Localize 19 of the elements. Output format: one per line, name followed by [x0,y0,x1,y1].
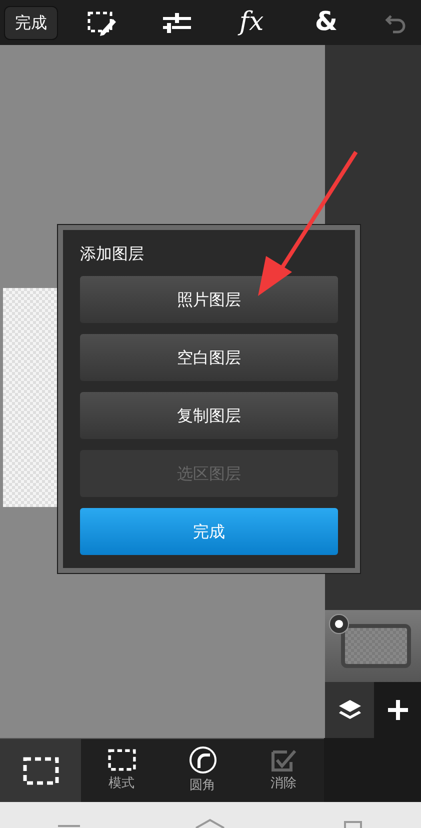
select-tool[interactable] [0,738,81,802]
done-button[interactable]: 完成 [4,6,58,40]
layer-thumbnail [341,624,411,668]
dashed-pencil-icon [87,10,117,36]
layer-option-button[interactable]: 照片图层 [80,276,338,323]
layer-option-button[interactable]: 复制图层 [80,392,338,439]
layer-thumbnail-row[interactable] [325,610,421,682]
layer-option-button[interactable]: 空白图层 [80,334,338,381]
text-button[interactable]: & [296,0,356,44]
dashed-rectangle-icon [22,756,58,784]
layers-icon [338,699,362,721]
add-layer-button[interactable] [374,682,421,738]
rounded-corner-icon [188,746,216,774]
dialog-title: 添加图层 [80,243,145,265]
plus-icon [388,700,408,720]
dashed-rectangle-icon [108,748,136,772]
checkbox-icon [270,748,296,772]
effects-button[interactable]: fx [222,0,282,44]
sliders-icon [162,12,191,34]
